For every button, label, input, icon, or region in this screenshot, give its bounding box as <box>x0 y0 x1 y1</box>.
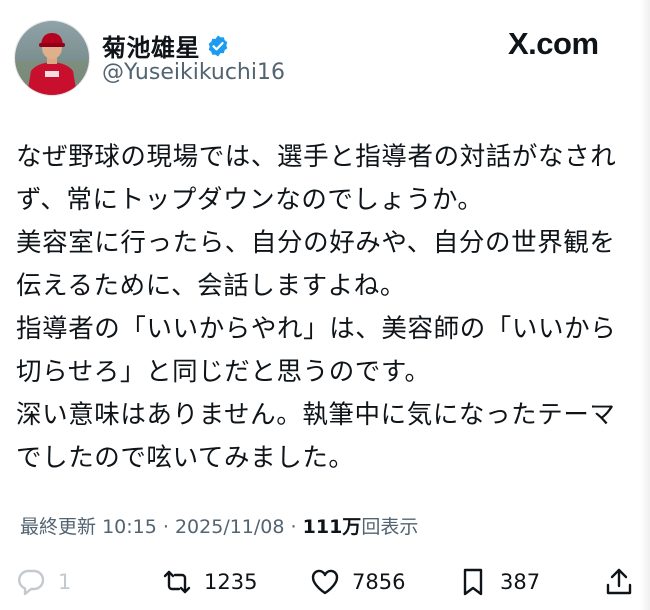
bookmark-icon <box>463 568 483 596</box>
reply-count: 1 <box>58 570 72 594</box>
verified-badge-icon <box>208 35 228 56</box>
views-label: 回表示 <box>361 516 419 538</box>
tweet-line: 深い意味はありません。執筆中に気になったテーマ <box>16 400 616 430</box>
share-icon <box>606 568 632 595</box>
tweet-line: ず、常にトップダウンなのでしょうか。 <box>16 185 484 215</box>
action-bar: 1 1235 7856 387 <box>0 560 650 604</box>
bookmark-button[interactable]: 387 <box>458 560 540 604</box>
tweet-line: 美容室に行ったら、自分の好みや、自分の世界観を <box>16 228 616 258</box>
tweet-time[interactable]: 10:15 <box>102 516 157 538</box>
x-com-logo: X.com <box>508 26 599 61</box>
tweet-line: 伝えるために、会話しますよね。 <box>16 271 406 301</box>
meta-separator: · <box>162 516 169 538</box>
reply-button[interactable]: 1 <box>16 560 71 604</box>
repost-count: 1235 <box>204 570 258 594</box>
like-button[interactable]: 7856 <box>310 560 405 604</box>
share-button[interactable] <box>604 560 634 604</box>
repost-icon <box>163 570 191 594</box>
views-unit: 万 <box>342 516 362 538</box>
meta-separator: · <box>290 516 297 538</box>
reply-bubble-icon <box>18 569 45 596</box>
tweet-line: 切らせろ」と同じだと思うのです。 <box>16 357 431 387</box>
user-name-row: 菊池雄星 <box>102 28 230 63</box>
tweet-text: なぜ野球の現場では、選手と指導者の対話がなされ ず、常にトップダウンなのでしょう… <box>16 136 634 480</box>
views-count: 111 <box>302 516 343 538</box>
repost-button[interactable]: 1235 <box>162 560 257 604</box>
like-count: 7856 <box>352 570 406 594</box>
tweet-line: なぜ野球の現場では、選手と指導者の対話がなされ <box>16 142 617 172</box>
tweet-line: でしたので呟いてみました。 <box>16 443 355 473</box>
bookmark-count: 387 <box>500 570 541 594</box>
tweet-date[interactable]: 2025/11/08 <box>175 516 285 538</box>
heart-icon <box>311 569 339 595</box>
tweet-line: 指導者の「いいからやれ」は、美容師の「いいから <box>16 314 617 344</box>
profile-photo-icon <box>15 21 89 95</box>
tweet-meta: 最終更新 10:15 · 2025/11/08 · 111万回表示 <box>20 512 418 539</box>
updated-label: 最終更新 <box>20 516 97 538</box>
display-name[interactable]: 菊池雄星 <box>102 28 200 63</box>
user-handle[interactable]: @Yuseikikuchi16 <box>102 60 285 85</box>
avatar[interactable] <box>14 20 90 96</box>
right-edge-shadow <box>640 0 650 610</box>
